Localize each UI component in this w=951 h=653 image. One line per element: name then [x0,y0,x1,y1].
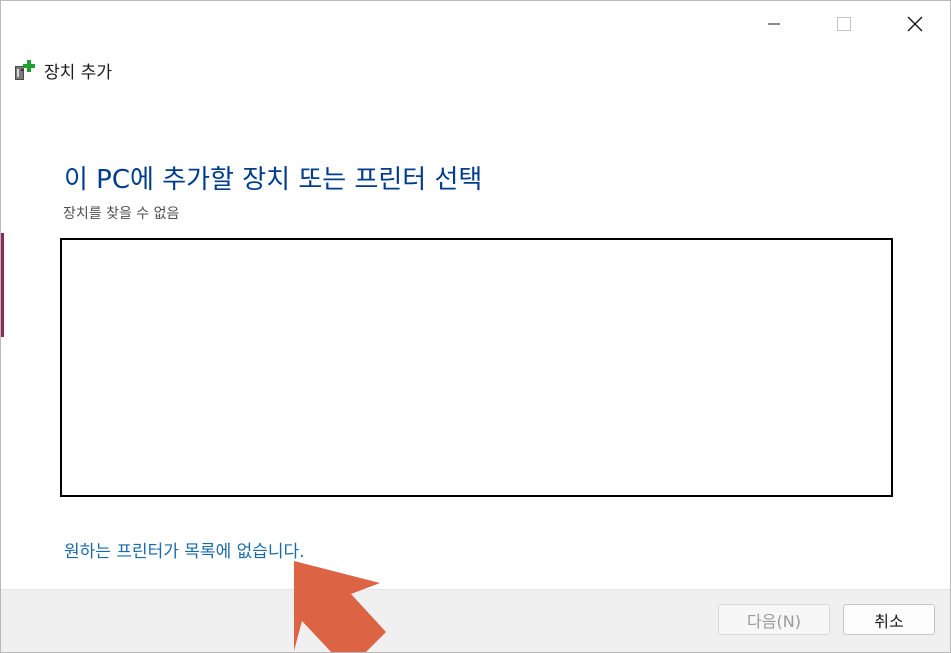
printer-not-listed-link[interactable]: 원하는 프린터가 목록에 없습니다. [64,537,305,562]
background-window-edge [1,233,4,337]
add-device-icon [15,60,35,80]
minimize-button[interactable] [739,1,809,46]
close-button[interactable] [880,1,950,46]
close-icon [907,16,923,31]
minimize-icon [768,23,780,24]
title-bar[interactable] [1,1,950,46]
search-status-text: 장치를 찾을 수 없음 [63,206,180,222]
cancel-button[interactable]: 취소 [843,604,935,635]
maximize-icon [837,16,851,31]
maximize-button[interactable] [809,1,879,46]
page-title: 이 PC에 추가할 장치 또는 프린터 선택 [64,165,483,195]
add-device-window: 장치 추가 이 PC에 추가할 장치 또는 프린터 선택 장치를 찾을 수 없음… [0,0,951,653]
window-title: 장치 추가 [44,62,112,83]
device-list[interactable] [60,238,893,497]
next-button[interactable]: 다음(N) [718,604,830,635]
window-header: 장치 추가 [13,56,112,84]
